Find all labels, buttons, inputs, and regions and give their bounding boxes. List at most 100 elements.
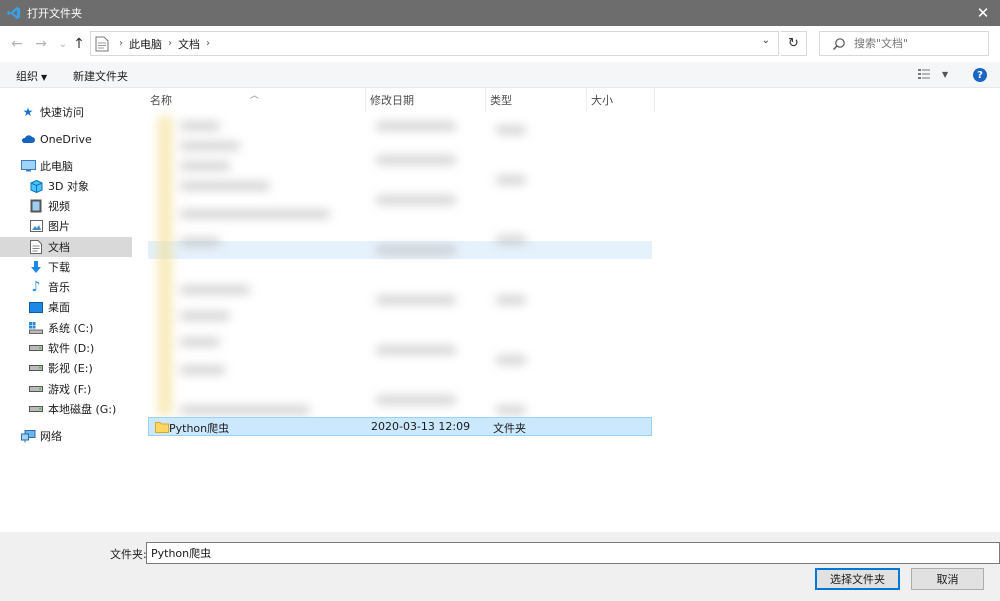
sidebar-item-videos[interactable]: 视频 <box>0 196 132 216</box>
drive-icon <box>28 340 44 356</box>
sidebar-item-drive-f[interactable]: 游戏 (F:) <box>0 379 132 399</box>
sidebar-item-label: 影视 (E:) <box>48 362 93 375</box>
search-input[interactable] <box>854 37 984 50</box>
sidebar-item-drive-d[interactable]: 软件 (D:) <box>0 338 132 358</box>
sidebar-item-onedrive[interactable]: OneDrive <box>0 129 132 149</box>
command-toolbar: 组织 ▼ 新建文件夹 ▼ ? <box>0 62 1000 88</box>
close-icon: ✕ <box>976 4 990 22</box>
address-bar[interactable]: › 此电脑 › 文档 › ⌄ <box>90 31 779 56</box>
sidebar-item-music[interactable]: ♪ 音乐 <box>0 277 132 297</box>
title-bar: 打开文件夹 ✕ <box>0 0 1000 26</box>
vscode-app-icon <box>7 6 21 20</box>
sidebar-item-label: 视频 <box>48 200 70 213</box>
cube-icon <box>28 178 44 194</box>
drive-icon <box>28 381 44 397</box>
select-folder-label: 选择文件夹 <box>830 573 885 586</box>
sidebar-item-label: 文档 <box>48 241 70 254</box>
chevron-down-icon: ⌄ <box>58 38 68 50</box>
change-view-button[interactable]: ▼ <box>918 68 948 80</box>
video-icon <box>28 198 44 214</box>
sidebar-item-documents[interactable]: 文档 <box>0 237 132 257</box>
details-view-icon <box>918 69 930 79</box>
window-title: 打开文件夹 <box>27 7 82 20</box>
music-icon: ♪ <box>31 279 41 295</box>
star-icon: ★ <box>22 105 34 119</box>
network-icon <box>20 428 36 444</box>
file-type: 文件夹 <box>493 422 526 435</box>
refresh-icon: ↻ <box>788 36 799 51</box>
refresh-button[interactable]: ↻ <box>781 31 807 56</box>
column-header-label: 名称 <box>150 94 172 107</box>
file-name: Python爬虫 <box>169 422 230 435</box>
sidebar-item-desktop[interactable]: 桌面 <box>0 297 132 317</box>
up-button[interactable]: ↑ <box>70 35 88 53</box>
help-icon: ? <box>977 69 983 81</box>
sidebar-item-label: 桌面 <box>48 301 70 314</box>
sidebar-item-network[interactable]: 网络 <box>0 426 132 446</box>
column-header-label: 修改日期 <box>370 94 414 107</box>
folder-name-input[interactable] <box>146 542 1000 564</box>
file-modified-date: 2020-03-13 12:09 <box>371 420 471 433</box>
sidebar-item-drive-c[interactable]: 系统 (C:) <box>0 318 132 338</box>
back-button[interactable]: ← <box>8 35 26 53</box>
drive-icon <box>28 360 44 376</box>
file-row-selected[interactable]: Python爬虫 2020-03-13 12:09 文件夹 <box>148 417 652 436</box>
column-header-date[interactable]: 修改日期 <box>366 88 486 112</box>
sidebar-item-3d-objects[interactable]: 3D 对象 <box>0 176 132 196</box>
navigation-pane: ★ 快速访问 OneDrive 此电脑 3D 对象 视频 图片 文档 下载 ♪ … <box>0 88 140 532</box>
file-list[interactable]: 名称 ︿ 修改日期 类型 大小 Python爬虫 2020-03-13 12:0… <box>146 88 1000 532</box>
breadcrumb-this-pc[interactable]: 此电脑 <box>129 36 162 52</box>
breadcrumb-separator-icon: › <box>168 38 172 49</box>
sidebar-item-pictures[interactable]: 图片 <box>0 216 132 236</box>
sidebar-item-label: OneDrive <box>40 132 92 146</box>
dialog-footer: 文件夹: 选择文件夹 取消 <box>0 532 1000 601</box>
sidebar-item-label: 软件 (D:) <box>48 342 95 355</box>
sort-ascending-icon: ︿ <box>250 91 260 101</box>
select-folder-button[interactable]: 选择文件夹 <box>815 568 900 590</box>
sidebar-item-label: 3D 对象 <box>48 180 89 193</box>
drive-icon <box>28 401 44 417</box>
cancel-label: 取消 <box>936 573 959 586</box>
close-button[interactable]: ✕ <box>966 0 1000 26</box>
picture-icon <box>28 218 44 234</box>
folder-icon <box>155 421 169 433</box>
sidebar-item-this-pc[interactable]: 此电脑 <box>0 156 132 176</box>
sidebar-item-label: 快速访问 <box>40 106 84 119</box>
new-folder-button[interactable]: 新建文件夹 <box>73 68 128 84</box>
cancel-button[interactable]: 取消 <box>911 568 984 590</box>
help-button[interactable]: ? <box>973 68 987 82</box>
new-folder-label: 新建文件夹 <box>73 70 128 83</box>
navigation-bar: ← → ⌄ ↑ › 此电脑 › 文档 › ⌄ ↻ <box>0 26 1000 62</box>
organize-label: 组织 <box>16 70 38 83</box>
organize-button[interactable]: 组织 ▼ <box>16 68 47 84</box>
address-history-chevron-icon[interactable]: ⌄ <box>762 35 770 46</box>
folder-field-label: 文件夹: <box>110 548 147 561</box>
blurred-file-rows <box>152 116 652 416</box>
search-box[interactable] <box>819 31 989 56</box>
sidebar-item-label: 网络 <box>40 430 62 443</box>
breadcrumb-separator-icon: › <box>119 38 123 49</box>
sidebar-item-downloads[interactable]: 下载 <box>0 257 132 277</box>
breadcrumb-separator-icon[interactable]: › <box>206 38 210 49</box>
sidebar-item-quick-access[interactable]: ★ 快速访问 <box>0 102 132 122</box>
column-header-size[interactable]: 大小 <box>587 88 655 112</box>
sidebar-item-label: 游戏 (F:) <box>48 383 92 396</box>
up-arrow-icon: ↑ <box>73 36 85 52</box>
sidebar-item-label: 音乐 <box>48 281 70 294</box>
column-header-type[interactable]: 类型 <box>486 88 587 112</box>
sidebar-item-drive-g[interactable]: 本地磁盘 (G:) <box>0 399 132 419</box>
dropdown-caret-icon: ▼ <box>41 73 48 82</box>
forward-button[interactable]: → <box>32 35 50 53</box>
download-icon <box>28 259 44 275</box>
cloud-icon <box>20 131 36 147</box>
forward-arrow-icon: → <box>35 36 47 52</box>
sidebar-item-label: 此电脑 <box>40 160 73 173</box>
documents-location-icon <box>95 36 109 51</box>
search-icon <box>833 37 845 50</box>
sidebar-item-drive-e[interactable]: 影视 (E:) <box>0 358 132 378</box>
breadcrumb-documents[interactable]: 文档 <box>178 36 200 52</box>
column-header-label: 大小 <box>591 94 613 107</box>
view-options-caret-icon: ▼ <box>942 69 949 79</box>
sidebar-item-label: 系统 (C:) <box>48 322 94 335</box>
sidebar-item-label: 图片 <box>48 220 70 233</box>
